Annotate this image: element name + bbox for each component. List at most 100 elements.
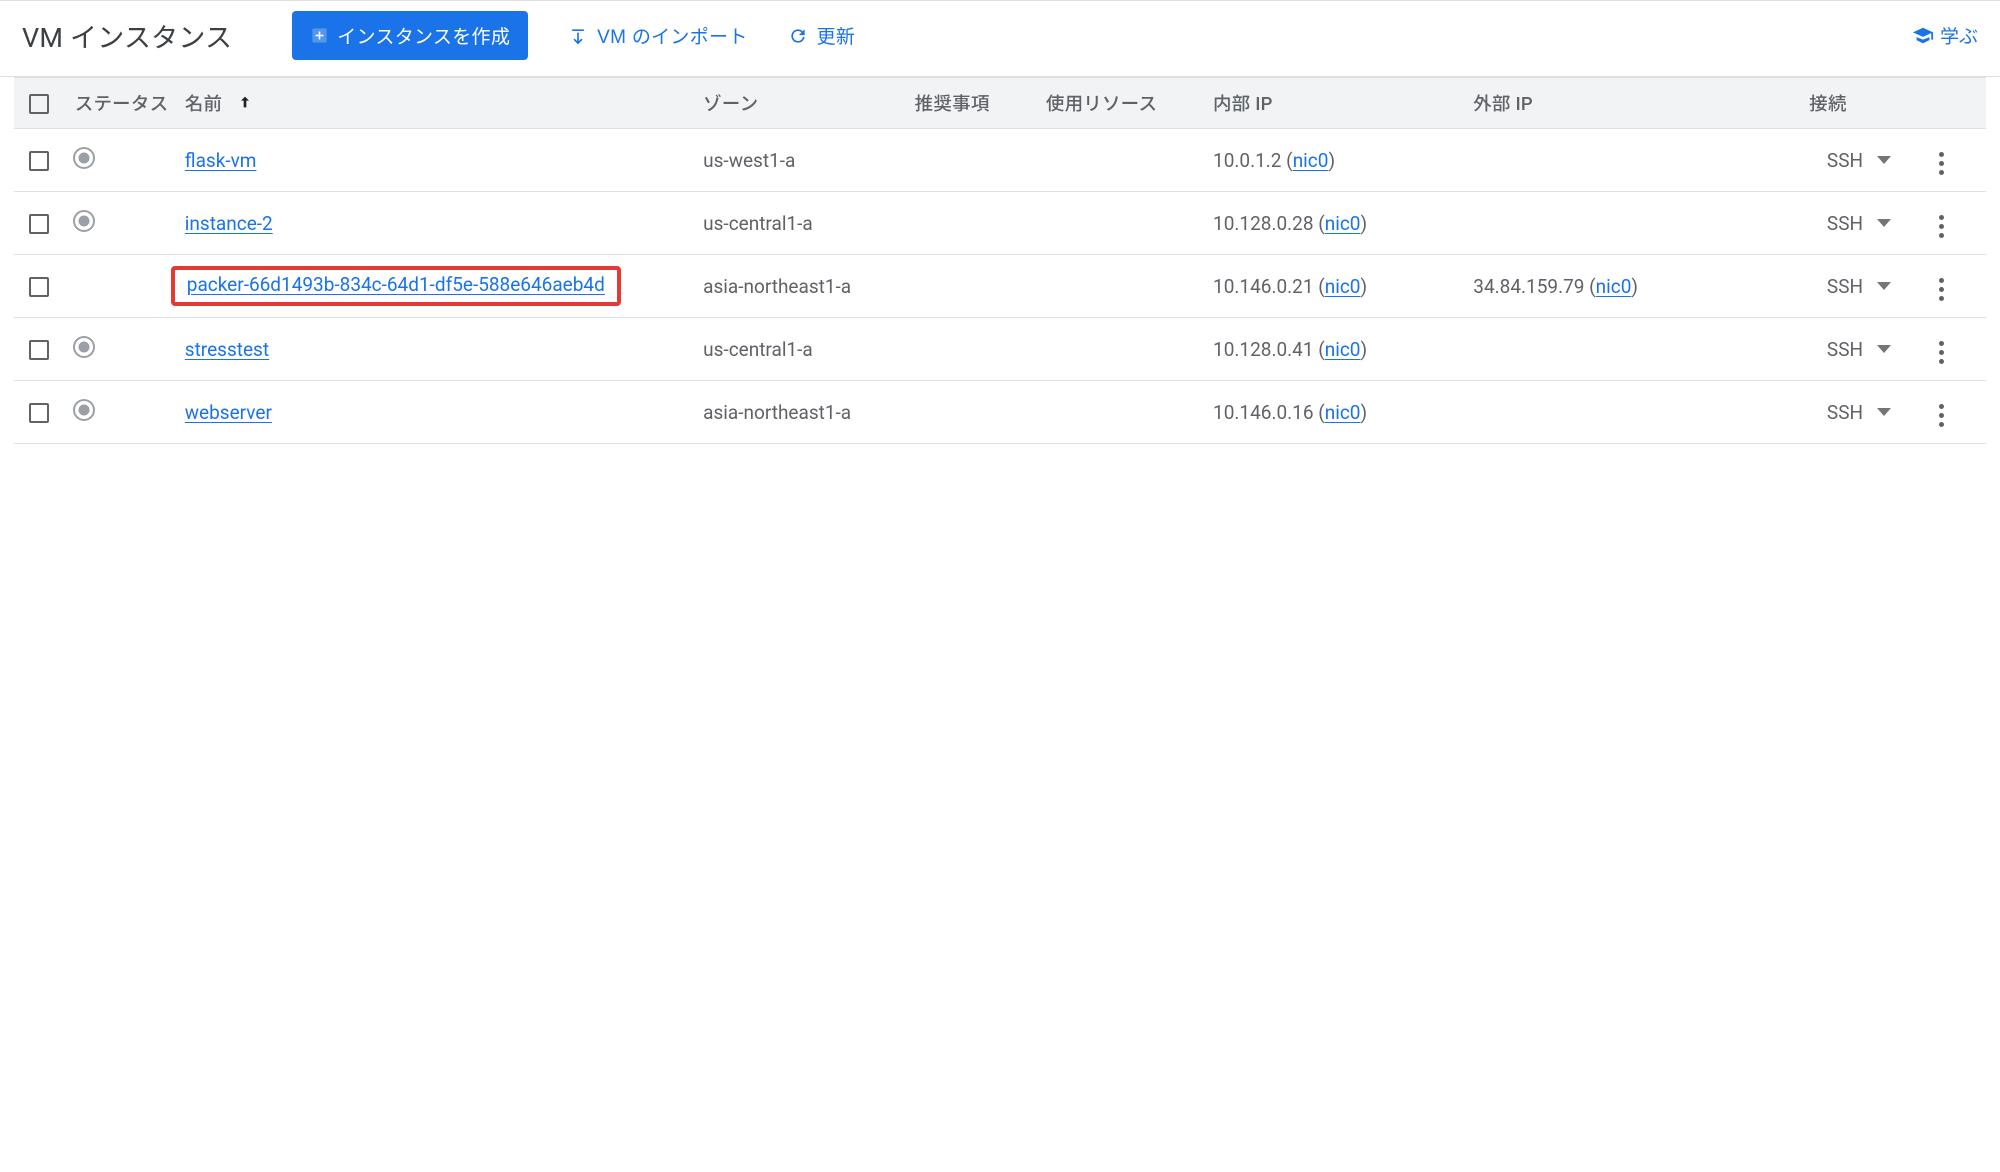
internal-ip-value: 10.146.0.21 — [1213, 275, 1313, 298]
name-cell: flask-vm — [175, 129, 693, 192]
row-checkbox-cell — [14, 318, 65, 381]
zone-cell: asia-northeast1-a — [693, 255, 905, 318]
header-usage[interactable]: 使用リソース — [1036, 78, 1203, 129]
external-nic-link[interactable]: nic0 — [1596, 275, 1632, 298]
row-checkbox[interactable] — [29, 214, 49, 234]
status-cell — [65, 318, 175, 381]
ssh-button[interactable]: SSH — [1821, 334, 1897, 365]
header-name-label: 名前 — [185, 93, 222, 115]
connect-cell: SSH — [1749, 129, 1897, 192]
instances-table: ステータス 名前 ゾーン 推奨事項 使用リソース 内部 IP 外部 IP 接続 … — [14, 77, 1986, 444]
sort-ascending-icon — [237, 94, 253, 110]
instance-name-link[interactable]: flask-vm — [185, 149, 257, 172]
create-instance-button[interactable]: インスタンスを作成 — [292, 11, 528, 60]
header-recommendation[interactable]: 推奨事項 — [905, 78, 1036, 129]
status-icon — [75, 212, 93, 230]
connect-cell: SSH — [1749, 381, 1897, 444]
chevron-down-icon — [1877, 345, 1891, 353]
name-cell: packer-66d1493b-834c-64d1-df5e-588e646ae… — [175, 255, 693, 318]
ssh-button[interactable]: SSH — [1821, 145, 1897, 176]
internal-nic-link[interactable]: nic0 — [1325, 338, 1361, 361]
internal-nic-link[interactable]: nic0 — [1325, 212, 1361, 235]
row-checkbox[interactable] — [29, 340, 49, 360]
external-ip-cell — [1463, 318, 1749, 381]
internal-nic-link[interactable]: nic0 — [1325, 401, 1361, 424]
row-checkbox-cell — [14, 255, 65, 318]
instance-name-link[interactable]: stresstest — [185, 338, 269, 361]
external-ip-cell — [1463, 381, 1749, 444]
row-checkbox[interactable] — [29, 277, 49, 297]
table-row: stresstestus-central1-a10.128.0.41 (nic0… — [14, 318, 1986, 381]
refresh-button[interactable]: 更新 — [788, 22, 856, 49]
plus-box-icon — [310, 26, 329, 45]
highlight-box: packer-66d1493b-834c-64d1-df5e-588e646ae… — [171, 266, 621, 306]
row-menu-cell — [1897, 129, 1986, 192]
instance-name-link[interactable]: webserver — [185, 401, 272, 424]
row-actions-menu[interactable] — [1933, 335, 1950, 370]
row-actions-menu[interactable] — [1933, 146, 1950, 181]
row-checkbox-cell — [14, 381, 65, 444]
ssh-label: SSH — [1827, 401, 1863, 424]
table-row: instance-2 us-central1-a 10.128.0.28 (nic0… — [14, 192, 1986, 255]
chevron-down-icon — [1877, 156, 1891, 164]
zone-cell: asia-northeast1-a — [693, 381, 905, 444]
recommendation-cell — [905, 129, 1036, 192]
header-internal-ip[interactable]: 内部 IP — [1203, 78, 1463, 129]
zone-cell: us-central1-a — [693, 192, 905, 255]
usage-cell — [1036, 192, 1203, 255]
usage-cell — [1036, 129, 1203, 192]
internal-nic-link[interactable]: nic0 — [1325, 275, 1361, 298]
internal-ip-cell: 10.146.0.16 (nic0) — [1203, 381, 1463, 444]
connect-cell: SSH — [1749, 318, 1897, 381]
external-ip-cell — [1463, 129, 1749, 192]
learn-link[interactable]: 学ぶ — [1912, 22, 1978, 49]
instance-name-link[interactable]: instance-2 — [185, 212, 273, 235]
ssh-button[interactable]: SSH — [1821, 271, 1897, 302]
ssh-label: SSH — [1827, 275, 1863, 298]
create-instance-label: インスタンスを作成 — [337, 22, 510, 49]
import-icon — [568, 26, 588, 46]
toolbar: VM インスタンス インスタンスを作成 VM のインポート 更新 学ぶ — [0, 0, 2000, 77]
table-row: webserver asia-northeast1-a 10.146.0.16 (n… — [14, 381, 1986, 444]
internal-ip-cell: 10.128.0.41 (nic0) — [1203, 318, 1463, 381]
row-actions-menu[interactable] — [1933, 398, 1950, 433]
status-cell — [65, 255, 175, 318]
ssh-button[interactable]: SSH — [1821, 208, 1897, 239]
status-cell — [65, 129, 175, 192]
internal-ip-cell: 10.146.0.21 (nic0) — [1203, 255, 1463, 318]
row-actions-menu[interactable] — [1933, 209, 1950, 244]
refresh-label: 更新 — [817, 22, 856, 49]
ssh-label: SSH — [1827, 149, 1863, 172]
row-checkbox[interactable] — [29, 403, 49, 423]
learn-icon — [1912, 25, 1934, 47]
chevron-down-icon — [1877, 408, 1891, 416]
row-actions-menu[interactable] — [1933, 272, 1950, 307]
header-connect[interactable]: 接続 — [1749, 78, 1897, 129]
header-zone[interactable]: ゾーン — [693, 78, 905, 129]
import-vm-label: VM のインポート — [597, 22, 747, 49]
usage-cell — [1036, 381, 1203, 444]
row-menu-cell — [1897, 255, 1986, 318]
internal-ip-cell: 10.128.0.28 (nic0) — [1203, 192, 1463, 255]
row-menu-cell — [1897, 318, 1986, 381]
header-status[interactable]: ステータス — [65, 78, 175, 129]
row-checkbox[interactable] — [29, 151, 49, 171]
recommendation-cell — [905, 192, 1036, 255]
ssh-button[interactable]: SSH — [1821, 397, 1897, 428]
recommendation-cell — [905, 318, 1036, 381]
instance-name-link[interactable]: packer-66d1493b-834c-64d1-df5e-588e646ae… — [187, 273, 605, 296]
header-external-ip[interactable]: 外部 IP — [1463, 78, 1749, 129]
internal-ip-value: 10.128.0.28 — [1213, 212, 1313, 235]
header-name[interactable]: 名前 — [175, 78, 693, 129]
import-vm-button[interactable]: VM のインポート — [568, 22, 747, 49]
usage-cell — [1036, 255, 1203, 318]
table-header-row: ステータス 名前 ゾーン 推奨事項 使用リソース 内部 IP 外部 IP 接続 — [14, 78, 1986, 129]
table-row: packer-66d1493b-834c-64d1-df5e-588e646ae… — [14, 255, 1986, 318]
internal-nic-link[interactable]: nic0 — [1293, 149, 1329, 172]
recommendation-cell — [905, 381, 1036, 444]
internal-ip-value: 10.0.1.2 — [1213, 149, 1281, 172]
row-checkbox-cell — [14, 192, 65, 255]
select-all-checkbox[interactable] — [29, 94, 49, 114]
name-cell: webserver — [175, 381, 693, 444]
external-ip-cell: 34.84.159.79 (nic0) — [1463, 255, 1749, 318]
